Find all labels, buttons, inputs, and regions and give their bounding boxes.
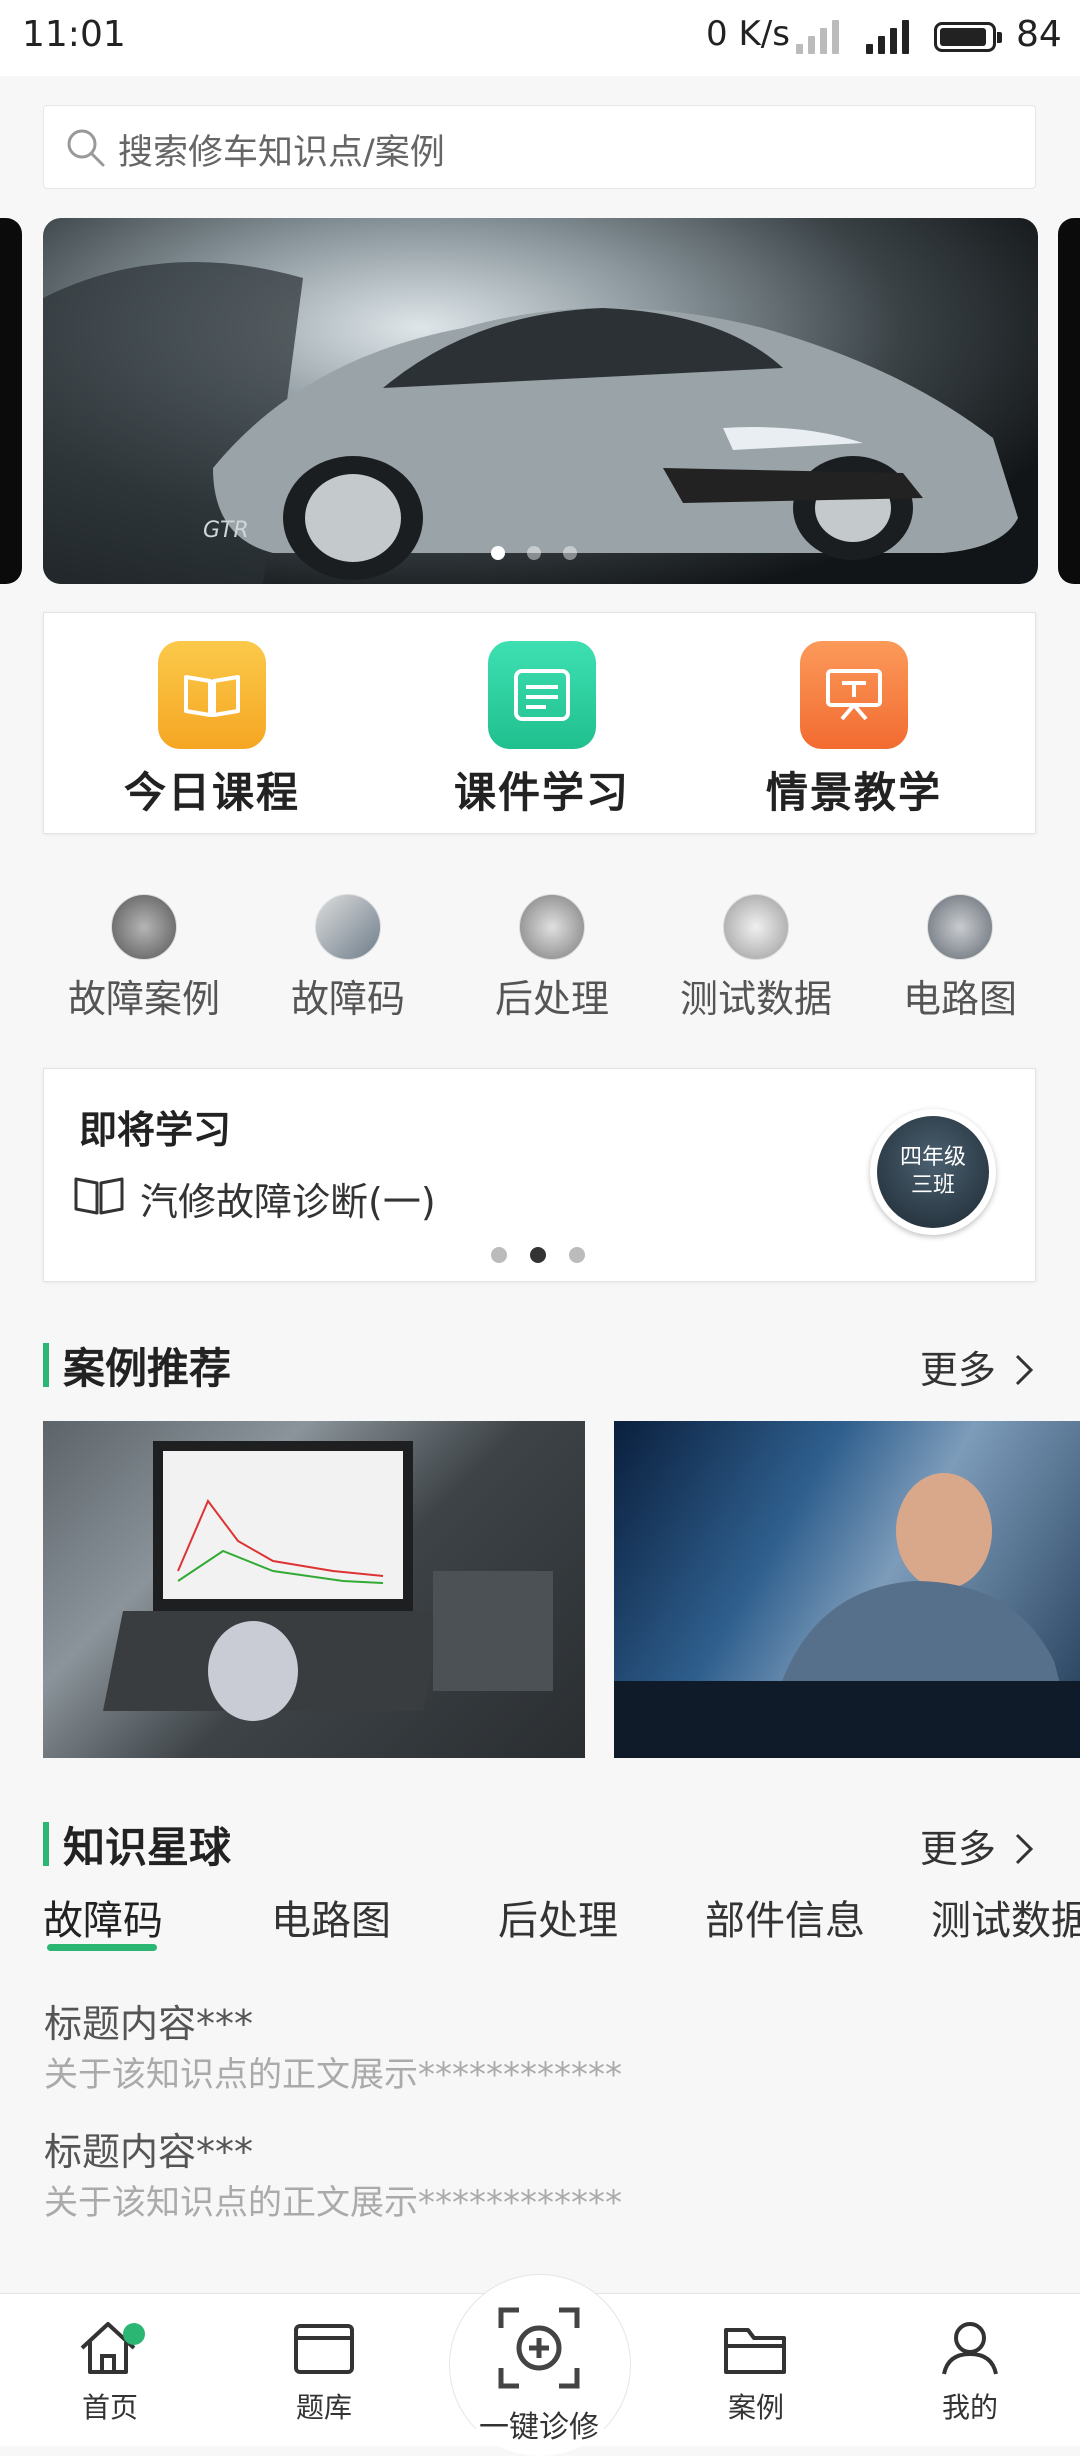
- status-time: 11:01: [22, 14, 126, 55]
- case-more-link[interactable]: 更多: [920, 1339, 1036, 1394]
- knowledge-item-title[interactable]: 标题内容***: [44, 2121, 253, 2176]
- nav-label: 案例: [727, 2391, 784, 2424]
- active-tab-indicator: [47, 1944, 157, 1951]
- feature-scenario-teaching[interactable]: 情景教学: [724, 641, 984, 820]
- nav-label: 一键诊修: [479, 2410, 599, 2445]
- upcoming-title: 即将学习: [79, 1108, 232, 1152]
- banner-prev-slide[interactable]: [0, 218, 22, 584]
- search-icon: [67, 129, 105, 167]
- tab-fault-code[interactable]: 故障码: [43, 1888, 163, 1946]
- knowledge-section-header: 知识星球 更多: [43, 1812, 1036, 1872]
- battery-icon: [934, 22, 1002, 52]
- search-bar[interactable]: 搜索修车知识点/案例: [43, 105, 1036, 189]
- after-treatment-thumb: [519, 894, 585, 960]
- more-label: 更多: [919, 1348, 996, 1392]
- signal-4g-icon: [866, 20, 909, 54]
- nav-home[interactable]: 首页: [40, 2318, 180, 2426]
- quick-link-after-treatment[interactable]: 后处理: [452, 894, 652, 1023]
- section-accent-bar: [43, 1343, 49, 1387]
- quick-link-label: 测试数据: [679, 977, 832, 1021]
- feature-label: 今日课程: [123, 768, 300, 817]
- nav-question-bank[interactable]: 题库: [254, 2318, 394, 2426]
- network-speed: 0 K/s: [706, 14, 790, 54]
- tab-part-info[interactable]: 部件信息: [705, 1888, 865, 1946]
- case-section-header: 案例推荐 更多: [43, 1333, 1036, 1393]
- banner-carousel[interactable]: GTR: [43, 218, 1038, 584]
- fault-code-thumb: [315, 894, 381, 960]
- quick-link-label: 故障码: [290, 977, 405, 1021]
- diagnose-scan-icon: [498, 2307, 580, 2389]
- case-section-title: 案例推荐: [63, 1344, 232, 1393]
- quick-link-circuit-diagram[interactable]: 电路图: [860, 894, 1060, 1023]
- chevron-right-icon: [1015, 1354, 1034, 1386]
- class-grade: 四年级: [899, 1145, 966, 1170]
- book-icon: [158, 641, 266, 749]
- bottom-nav: 首页 题库 一键诊修 案例 我的: [0, 2274, 1080, 2456]
- class-avatar[interactable]: 四年级 三班: [870, 1109, 996, 1235]
- quick-link-label: 故障案例: [67, 977, 220, 1021]
- feature-today-course[interactable]: 今日课程: [82, 641, 342, 820]
- upcoming-course-name: 汽修故障诊断(一): [140, 1180, 436, 1224]
- nav-label: 题库: [295, 2391, 352, 2424]
- circuit-diagram-thumb: [927, 894, 993, 960]
- case-image-mechanic: [614, 1473, 1080, 1758]
- signal-sim1-icon: [796, 20, 839, 54]
- feature-label: 课件学习: [453, 768, 630, 817]
- banner-next-slide[interactable]: [1058, 218, 1080, 584]
- knowledge-item-title[interactable]: 标题内容***: [44, 1993, 253, 2048]
- test-data-thumb: [723, 894, 789, 960]
- question-bank-icon: [294, 2324, 354, 2374]
- case-card-mechanic[interactable]: [614, 1421, 1080, 1758]
- class-name: 三班: [910, 1173, 955, 1198]
- feature-label: 情景教学: [765, 768, 942, 817]
- knowledge-section-title: 知识星球: [63, 1823, 232, 1872]
- quick-link-label: 电路图: [902, 977, 1017, 1021]
- nav-diagnose[interactable]: 一键诊修: [449, 2304, 629, 2446]
- quick-link-label: 后处理: [494, 977, 609, 1021]
- nav-cases[interactable]: 案例: [686, 2318, 826, 2426]
- quick-link-fault-case[interactable]: 故障案例: [44, 894, 244, 1023]
- feature-card: 今日课程 课件学习 情景教学: [43, 612, 1036, 834]
- knowledge-item-desc: 关于该知识点的正文展示************: [44, 2055, 622, 2095]
- open-book-icon: [74, 1177, 124, 1215]
- banner-brand-text: GTR: [203, 518, 249, 543]
- tab-circuit-diagram[interactable]: 电路图: [271, 1888, 391, 1946]
- nav-label: 我的: [941, 2391, 998, 2424]
- knowledge-tabs: 故障码 电路图 后处理 部件信息 测试数据: [43, 1888, 1080, 1948]
- fault-case-thumb: [111, 894, 177, 960]
- case-card-laptop-diagnosis[interactable]: [43, 1421, 585, 1758]
- nav-profile[interactable]: 我的: [900, 2318, 1040, 2426]
- quick-link-fault-code[interactable]: 故障码: [248, 894, 448, 1023]
- tab-test-data[interactable]: 测试数据: [931, 1888, 1080, 1946]
- banner-car-image: [43, 262, 1018, 584]
- folder-icon: [724, 2328, 786, 2374]
- more-label: 更多: [919, 1827, 996, 1871]
- chevron-right-icon: [1015, 1833, 1034, 1865]
- presentation-icon: [800, 641, 908, 749]
- knowledge-more-link[interactable]: 更多: [920, 1818, 1036, 1873]
- nav-label: 首页: [81, 2391, 138, 2424]
- home-icon: [80, 2322, 145, 2374]
- section-accent-bar: [43, 1822, 49, 1866]
- knowledge-item-desc: 关于该知识点的正文展示************: [44, 2183, 622, 2223]
- case-image-laptop: [103, 1441, 553, 1721]
- user-icon: [942, 2322, 998, 2375]
- search-input[interactable]: 搜索修车知识点/案例: [118, 124, 445, 175]
- quick-link-test-data[interactable]: 测试数据: [656, 894, 856, 1023]
- battery-level: 84: [1016, 14, 1062, 55]
- status-bar: 11:01 0 K/s 84: [0, 0, 1080, 76]
- feature-courseware[interactable]: 课件学习: [412, 641, 672, 820]
- document-icon: [488, 641, 596, 749]
- upcoming-course-card[interactable]: 即将学习 汽修故障诊断(一) 四年级 三班: [43, 1068, 1036, 1282]
- tab-after-treatment[interactable]: 后处理: [498, 1888, 618, 1946]
